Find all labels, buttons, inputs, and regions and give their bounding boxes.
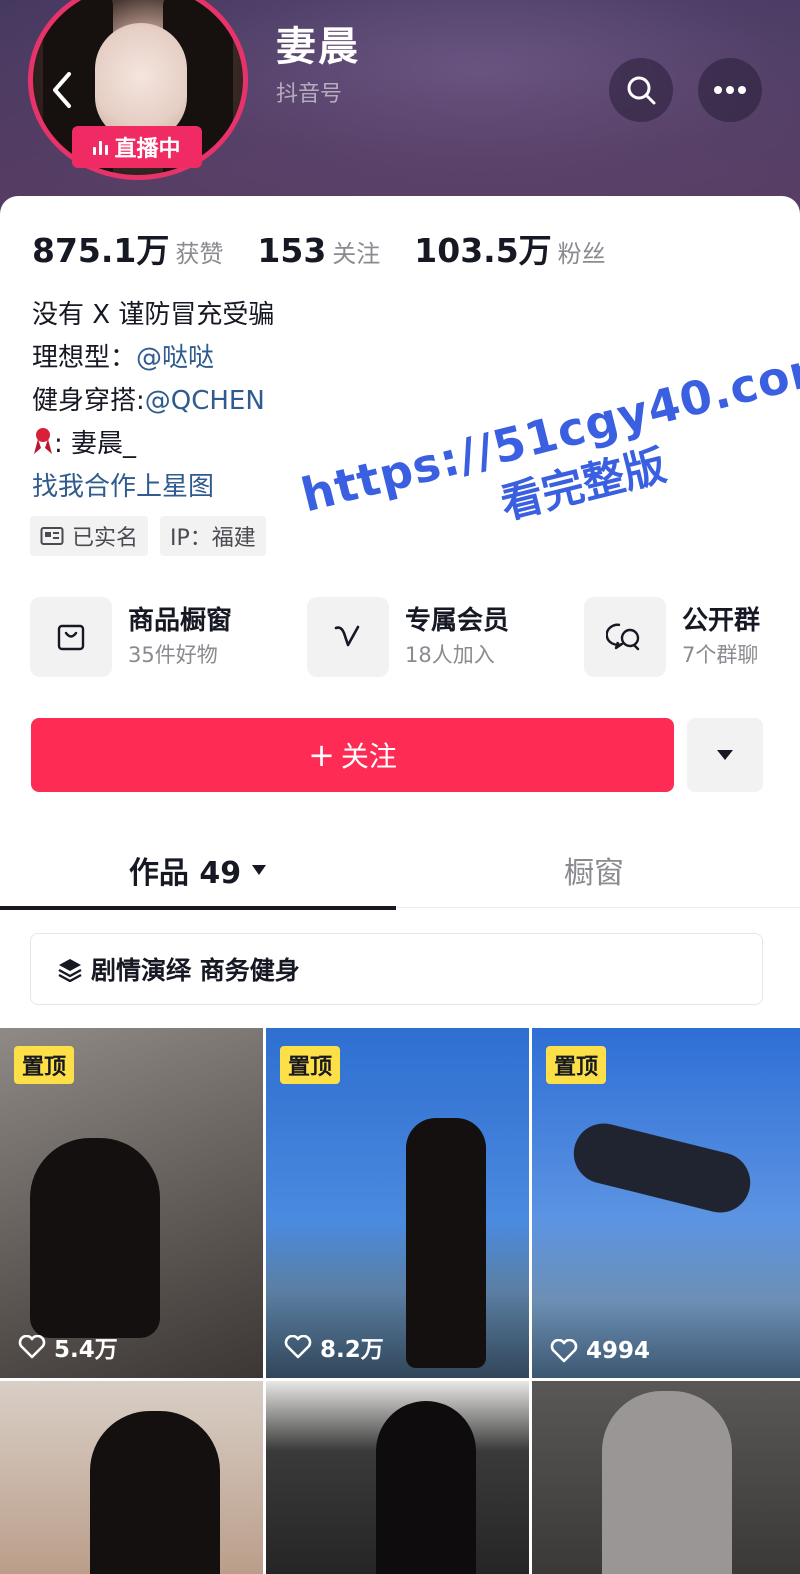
content-tabs: 作品 49 橱窗 (0, 832, 800, 910)
service-subtitle: 18人加入 (405, 643, 495, 667)
ribbon-icon (34, 428, 52, 454)
service-subtitle: 7个群聊 (682, 643, 759, 667)
video-thumbnail[interactable] (532, 1381, 800, 1574)
avatar-face (95, 23, 187, 141)
stat-followers[interactable]: 103.5万 粉丝 (414, 224, 605, 272)
more-button[interactable] (698, 58, 762, 122)
stat-label: 粉丝 (557, 240, 606, 268)
service-subtitle: 35件好物 (128, 643, 218, 667)
likes-value: 4994 (586, 1338, 651, 1364)
service-membership[interactable]: 专属会员 18人加入 (307, 596, 509, 678)
thumbnail-figure (376, 1401, 476, 1574)
collection-label: 剧情演绎 商务健身 (91, 956, 300, 985)
stats-row: 875.1万 获赞 153 关注 103.5万 粉丝 (32, 224, 640, 272)
shopping-bag-icon (57, 624, 85, 651)
heart-icon (550, 1339, 578, 1363)
video-thumbnail[interactable] (0, 1381, 263, 1574)
recommend-dropdown-button[interactable] (687, 718, 763, 792)
tag-label: 已实名 (72, 526, 139, 551)
service-public-group[interactable]: 公开群 7个群聊 (584, 596, 760, 678)
stat-value: 875.1万 (32, 231, 170, 270)
chevron-left-icon (53, 72, 71, 108)
bio-line: 没有 X 谨防冒充受骗 (32, 300, 275, 330)
plus-icon: + (308, 736, 335, 774)
bio-text: 健身穿搭: (32, 386, 145, 416)
tab-shop-window[interactable]: 橱窗 (396, 832, 792, 908)
bio-line: 健身穿搭:@QCHEN (32, 380, 274, 423)
follow-label: 关注 (340, 740, 397, 773)
thumbnail-figure (602, 1391, 732, 1574)
more-dots-icon (714, 86, 746, 94)
bio-mention-link[interactable]: @QCHEN (145, 386, 265, 416)
tag-label: IP：福建 (170, 526, 256, 551)
services-row: 商品橱窗 35件好物 专属会员 18人加入 公开群 7个群聊 (30, 596, 800, 678)
search-icon (627, 76, 656, 105)
pinned-badge: 置顶 (546, 1046, 607, 1084)
bio-line: : 妻晨_ (32, 423, 274, 466)
tab-works[interactable]: 作品 49 (0, 832, 396, 910)
collection-filter[interactable]: 剧情演绎 商务健身 (30, 933, 763, 1005)
pinned-badge: 置顶 (14, 1046, 75, 1084)
stat-likes[interactable]: 875.1万 获赞 (32, 224, 223, 272)
profile-tags: 已实名 IP：福建 (30, 516, 266, 556)
live-label: 直播中 (114, 137, 181, 162)
live-bars-icon (93, 139, 109, 155)
bio-text: 理想型： (32, 343, 137, 373)
stat-value: 153 (257, 231, 327, 270)
stat-label: 关注 (332, 240, 381, 268)
bio-mention-link[interactable]: @哒哒 (136, 343, 214, 373)
likes-value: 5.4万 (54, 1337, 118, 1363)
video-thumbnail[interactable]: 置顶 5.4万 (0, 1028, 263, 1378)
thumbnail-figure (90, 1411, 220, 1574)
douyin-id-label[interactable]: 抖音号 (276, 76, 342, 108)
service-title: 商品橱窗 (128, 606, 233, 636)
caret-down-icon (252, 865, 267, 875)
service-title: 专属会员 (405, 606, 510, 636)
follow-button[interactable]: + 关注 (31, 718, 674, 792)
thumbnail-figure (406, 1118, 486, 1368)
layers-icon (58, 959, 82, 982)
service-shop-window[interactable]: 商品橱窗 35件好物 (30, 596, 232, 678)
vip-v-icon (334, 625, 360, 647)
stat-label: 获赞 (175, 240, 224, 268)
pinned-badge: 置顶 (280, 1046, 341, 1084)
caret-down-icon (717, 750, 733, 760)
stat-value: 103.5万 (414, 231, 552, 270)
service-icon-box (30, 597, 112, 677)
profile-nickname: 妻晨 (276, 24, 360, 70)
back-button[interactable] (40, 62, 84, 118)
tag-verified[interactable]: 已实名 (30, 516, 149, 556)
search-button[interactable] (609, 58, 673, 122)
tag-ip: IP：福建 (160, 516, 266, 556)
bio-line: 理想型：@哒哒 (32, 337, 274, 380)
service-text: 专属会员 18人加入 (405, 603, 509, 671)
stat-following[interactable]: 153 关注 (257, 231, 380, 270)
service-icon-box (307, 597, 389, 677)
star-map-link[interactable]: 找我合作上星图 (32, 466, 274, 509)
live-badge[interactable]: 直播中 (72, 126, 202, 168)
video-thumbnail[interactable]: 置顶 8.2万 (266, 1028, 529, 1378)
tab-indicator (0, 906, 396, 910)
service-title: 公开群 (682, 606, 761, 636)
likes-count: 5.4万 (18, 1330, 118, 1364)
tab-label: 作品 49 (128, 856, 242, 891)
video-thumbnail[interactable] (266, 1381, 529, 1574)
bio: 没有 X 谨防冒充受骗 理想型：@哒哒 健身穿搭:@QCHEN : 妻晨_ 找我… (32, 294, 274, 509)
service-text: 公开群 7个群聊 (682, 603, 760, 671)
likes-value: 8.2万 (320, 1337, 384, 1363)
thumbnail-figure (567, 1117, 757, 1219)
chat-group-icon (606, 623, 640, 651)
likes-count: 8.2万 (284, 1330, 384, 1364)
service-text: 商品橱窗 35件好物 (128, 603, 232, 671)
service-icon-box (584, 597, 666, 677)
tab-label: 橱窗 (564, 856, 624, 891)
heart-icon (284, 1335, 312, 1359)
bio-text: : 妻晨_ (54, 429, 137, 459)
likes-count: 4994 (550, 1338, 650, 1364)
id-card-icon (40, 527, 64, 545)
thumbnail-figure (30, 1138, 160, 1338)
heart-icon (18, 1335, 46, 1359)
video-thumbnail[interactable]: 置顶 4994 (532, 1028, 800, 1378)
